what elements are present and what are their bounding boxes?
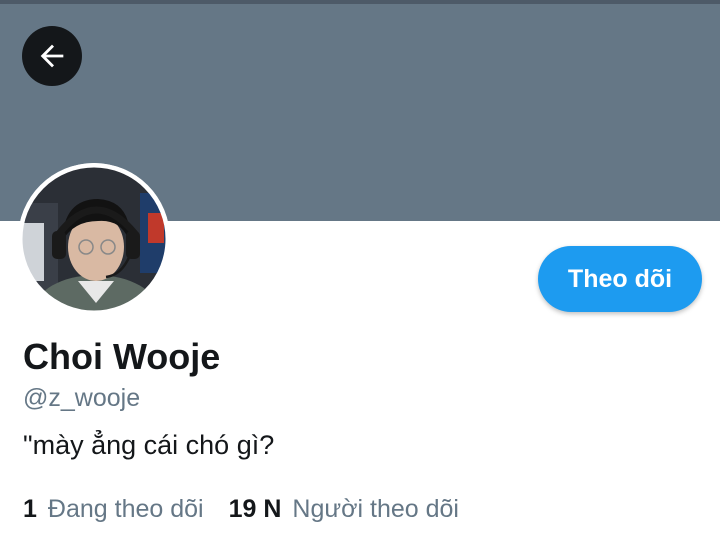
followers-label: Người theo dõi [292, 495, 459, 523]
following-stat[interactable]: 1 Đang theo dõi [23, 492, 204, 526]
following-count: 1 [23, 495, 37, 523]
avatar[interactable] [18, 163, 170, 315]
back-button[interactable] [22, 26, 82, 86]
username-handle: @z_wooje [23, 384, 141, 412]
following-label: Đang theo dõi [47, 495, 204, 523]
follow-button[interactable]: Theo dõi [538, 246, 702, 312]
followers-stat[interactable]: 19 N Người theo dõi [229, 492, 459, 526]
followers-count: 19 N [228, 495, 282, 523]
arrow-left-icon [40, 44, 64, 68]
display-name: Choi Wooje [23, 336, 221, 377]
profile-bio: "mày ẳng cái chó gì? [23, 430, 275, 460]
follow-stats: 1 Đang theo dõi 19 N Người theo dõi [23, 492, 459, 526]
